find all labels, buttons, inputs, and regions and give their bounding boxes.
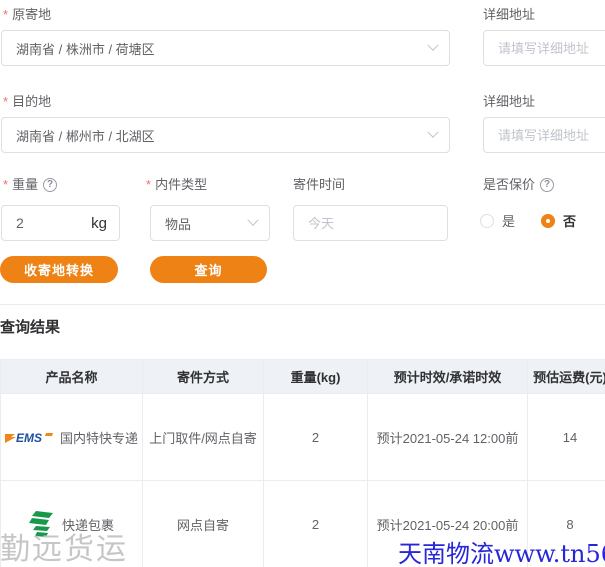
results-heading: 查询结果 bbox=[0, 316, 60, 337]
send-time-label: 寄件时间 bbox=[293, 177, 345, 192]
send-method-cell: 网点自寄 bbox=[143, 481, 264, 567]
table-header-row: 产品名称 寄件方式 重量(kg) 预计时效/承诺时效 预估运费(元) bbox=[1, 360, 605, 394]
question-circle-icon[interactable]: ? bbox=[540, 178, 554, 192]
product-name: 国内特快专递 bbox=[60, 428, 138, 447]
content-type-value: 物品 bbox=[165, 214, 191, 233]
destination-detail-label: 详细地址 bbox=[483, 94, 535, 109]
radio-icon bbox=[480, 214, 494, 228]
question-circle-icon[interactable]: ? bbox=[43, 178, 57, 192]
destination-label: * 目的地 bbox=[3, 94, 51, 109]
weight-cell: 2 bbox=[264, 481, 368, 567]
query-button[interactable]: 查询 bbox=[150, 256, 267, 283]
header-weight: 重量(kg) bbox=[264, 360, 368, 394]
required-asterisk: * bbox=[3, 7, 8, 22]
chevron-down-icon bbox=[427, 40, 438, 51]
chevron-down-icon bbox=[247, 215, 258, 226]
section-divider bbox=[0, 304, 605, 305]
radio-selected-icon bbox=[541, 214, 555, 228]
weight-value: 2 bbox=[16, 215, 24, 231]
header-estimated-fee: 预估运费(元) bbox=[528, 360, 605, 394]
origin-detail-input[interactable] bbox=[483, 30, 605, 66]
watermark-qinyuan: 勤远货运 bbox=[0, 524, 128, 567]
header-send-method: 寄件方式 bbox=[143, 360, 264, 394]
origin-label: * 原寄地 bbox=[3, 7, 51, 22]
chevron-down-icon bbox=[427, 127, 438, 138]
shipping-rate-query-page: * 原寄地 详细地址 湖南省 / 株洲市 / 荷塘区 * 目的地 详细地址 湖南… bbox=[0, 0, 605, 567]
ems-logo: EMS bbox=[5, 429, 53, 445]
send-time-input[interactable] bbox=[293, 205, 448, 241]
weight-cell: 2 bbox=[264, 394, 368, 481]
required-asterisk: * bbox=[3, 177, 8, 192]
swap-origin-destination-button[interactable]: 收寄地转换 bbox=[0, 256, 118, 283]
weight-unit: kg bbox=[91, 215, 107, 232]
insurance-radio-group: 是 否 bbox=[480, 211, 576, 230]
origin-detail-label: 详细地址 bbox=[483, 7, 535, 22]
destination-detail-input[interactable] bbox=[483, 117, 605, 153]
destination-select-value: 湖南省 / 郴州市 / 北湖区 bbox=[16, 126, 155, 145]
required-asterisk: * bbox=[146, 177, 151, 192]
origin-select[interactable]: 湖南省 / 株洲市 / 荷塘区 bbox=[1, 30, 450, 66]
svg-text:EMS: EMS bbox=[16, 431, 42, 445]
content-type-label: * 内件类型 bbox=[146, 177, 207, 192]
weight-input[interactable]: 2 kg bbox=[1, 205, 120, 241]
estimated-fee-cell: 14 bbox=[528, 394, 605, 481]
watermark-tiannan: 天南物流www.tn56.com bbox=[398, 534, 605, 567]
insurance-radio-yes[interactable]: 是 bbox=[480, 211, 515, 230]
header-estimated-time: 预计时效/承诺时效 bbox=[368, 360, 528, 394]
origin-select-value: 湖南省 / 株洲市 / 荷塘区 bbox=[16, 39, 155, 58]
required-asterisk: * bbox=[3, 94, 8, 109]
destination-select[interactable]: 湖南省 / 郴州市 / 北湖区 bbox=[1, 117, 450, 153]
insurance-label: 是否保价 ? bbox=[483, 177, 554, 192]
weight-label: * 重量 ? bbox=[3, 177, 57, 192]
estimated-time-cell: 预计2021-05-24 12:00前 bbox=[368, 394, 528, 481]
table-row: EMS 国内特快专递 上门取件/网点自寄 2 预计2021-05-24 12:0… bbox=[1, 394, 605, 481]
insurance-radio-no[interactable]: 否 bbox=[541, 211, 576, 230]
send-method-cell: 上门取件/网点自寄 bbox=[143, 394, 264, 481]
content-type-select[interactable]: 物品 bbox=[150, 205, 270, 241]
header-product-name: 产品名称 bbox=[1, 360, 143, 394]
